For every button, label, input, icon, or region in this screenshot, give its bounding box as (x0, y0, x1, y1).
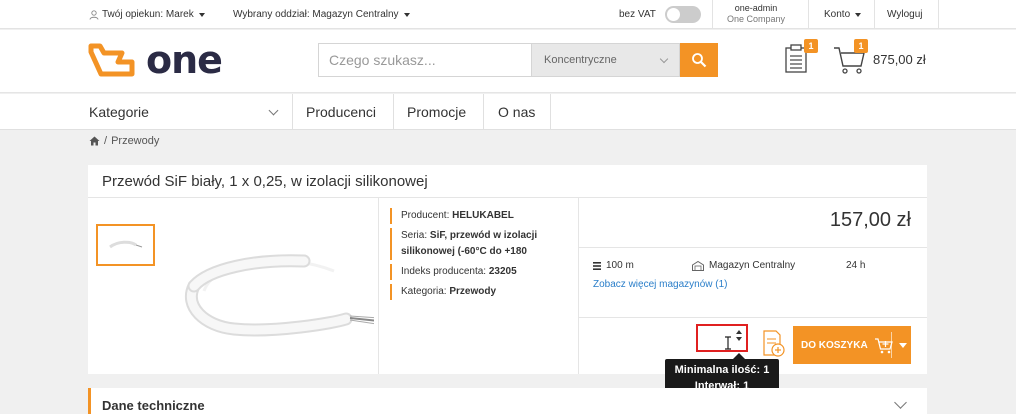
logo[interactable]: one (88, 38, 223, 82)
cart-total[interactable]: 875,00 zł (873, 52, 926, 67)
top-bar: Twój opiekun: Marek Wybrany oddział: Mag… (0, 0, 1016, 29)
product-info: Producent: HELUKABEL Seria: SiF, przewód… (390, 208, 572, 304)
chevron-down-icon (268, 105, 279, 115)
shopping-list-button[interactable]: 1 (784, 39, 818, 77)
logo-mark-icon (88, 43, 135, 77)
search-category-label: Koncentryczne (544, 54, 617, 66)
breadcrumb-separator: / (104, 135, 108, 147)
product-price: 157,00 zł (829, 209, 911, 231)
home-icon[interactable] (89, 136, 100, 146)
list-badge: 1 (804, 39, 818, 53)
cable-image-icon (185, 254, 399, 337)
search-icon (692, 53, 707, 68)
account-info: one-admin One Company (716, 3, 796, 25)
branch-label: Wybrany oddział: Magazyn Centralny (233, 9, 399, 20)
breadcrumb: / Przewody (89, 135, 159, 147)
stock-bars-icon (593, 261, 601, 270)
chevron-down-icon[interactable] (736, 337, 742, 341)
user-icon (89, 9, 99, 20)
search-input[interactable]: Czego szukasz... (318, 43, 531, 77)
breadcrumb-current[interactable]: Przewody (111, 135, 159, 147)
account-menu-label: Konto (824, 9, 851, 20)
nav-item-label: Kategorie (89, 104, 149, 120)
guardian-label: Twój opiekun: Marek (102, 9, 194, 20)
main-nav: Kategorie Producenci Promocje O nas (0, 94, 1016, 130)
branch-menu[interactable]: Wybrany oddział: Magazyn Centralny (233, 0, 410, 29)
logout-link[interactable]: Wyloguj (887, 0, 922, 29)
search-category-select[interactable]: Koncentryczne (531, 43, 680, 77)
tooltip-min-qty: Minimalna ilość: 1 (674, 364, 770, 376)
stock-warehouse: Magazyn Centralny (692, 260, 795, 271)
nav-item-promotions[interactable]: Promocje (407, 94, 466, 130)
info-series: Seria: SiF, przewód w izolacji silikonow… (390, 228, 572, 260)
info-producer: Producent: HELUKABEL (390, 208, 572, 224)
nav-item-label: Promocje (407, 104, 467, 120)
more-warehouses-link[interactable]: Zobacz więcej magazynów (1) (593, 279, 728, 290)
header: one Czego szukasz... Koncentryczne 1 1 8… (0, 30, 1016, 93)
search-bar: Czego szukasz... Koncentryczne (318, 43, 718, 77)
section-title: Dane techniczne (102, 398, 205, 413)
tech-data-section[interactable]: Dane techniczne (88, 388, 927, 414)
nav-item-label: Producenci (306, 104, 377, 120)
chevron-down-icon[interactable] (894, 396, 907, 409)
account-user: one-admin (734, 3, 778, 13)
logo-text: one (146, 38, 223, 82)
vat-toggle[interactable] (664, 6, 701, 23)
cart-badge: 1 (854, 39, 868, 53)
text-cursor-icon (725, 336, 731, 350)
account-menu[interactable]: Konto (824, 0, 862, 29)
chevron-down-icon (659, 54, 669, 63)
chevron-up-icon[interactable] (736, 330, 742, 334)
stepper-arrows[interactable] (736, 330, 742, 341)
chevron-down-icon (855, 12, 862, 17)
warehouse-icon (692, 260, 704, 271)
cart-options-caret-icon[interactable] (899, 343, 907, 348)
cable-thumbnail-icon (108, 240, 142, 249)
chevron-down-icon (198, 12, 205, 17)
product-thumbnail[interactable] (96, 224, 155, 266)
logout-label: Wyloguj (887, 9, 923, 20)
cart-button[interactable]: 1 (833, 39, 868, 77)
vat-label: bez VAT (619, 9, 656, 20)
vat-switch[interactable]: bez VAT (619, 0, 701, 29)
add-to-list-button[interactable] (762, 329, 786, 362)
nav-item-about[interactable]: O nas (498, 94, 535, 130)
product-card: Przewód SiF biały, 1 x 0,25, w izolacji … (88, 165, 927, 374)
info-producer-index: Indeks producenta: 23205 (390, 264, 572, 280)
product-image[interactable] (174, 201, 399, 371)
stock-delivery-time: 24 h (846, 260, 866, 271)
nav-item-producers[interactable]: Producenci (306, 94, 376, 130)
nav-item-categories[interactable]: Kategorie (89, 94, 281, 130)
guardian-menu[interactable]: Twój opiekun: Marek (89, 0, 205, 29)
search-button[interactable] (680, 43, 718, 77)
product-title: Przewód SiF biały, 1 x 0,25, w izolacji … (102, 173, 428, 190)
add-to-cart-label: DO KOSZYKA (801, 339, 868, 351)
stock-quantity: 100 m (593, 260, 634, 271)
account-company: One Company (726, 14, 786, 24)
quantity-stepper[interactable] (696, 324, 748, 352)
add-to-list-icon (763, 330, 785, 357)
nav-item-label: O nas (498, 104, 536, 120)
add-to-cart-button[interactable]: DO KOSZYKA (793, 326, 911, 364)
info-category: Kategoria: Przewody (390, 284, 572, 300)
chevron-down-icon (403, 12, 410, 17)
